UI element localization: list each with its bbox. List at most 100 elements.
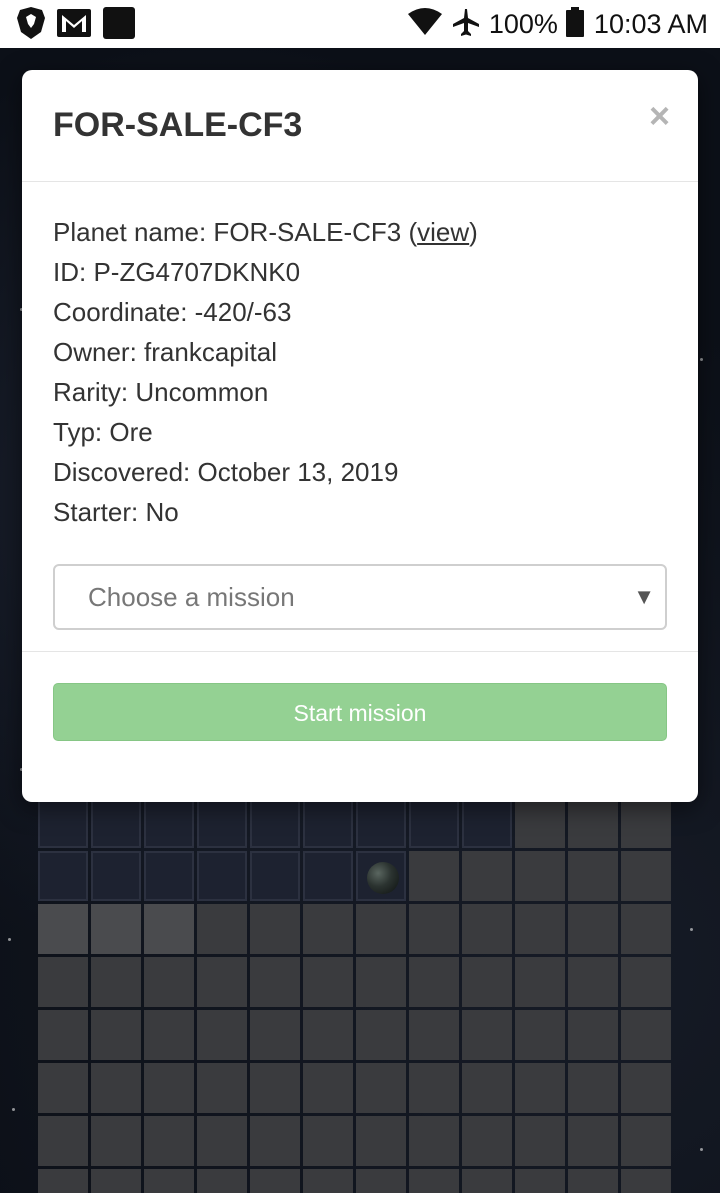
grid-cell[interactable]: [250, 851, 300, 901]
grid-cell[interactable]: [515, 904, 565, 954]
grid-cell[interactable]: [38, 798, 88, 848]
grid-cell[interactable]: [515, 1116, 565, 1166]
grid-cell[interactable]: [303, 957, 353, 1007]
grid-cell[interactable]: [515, 1169, 565, 1193]
grid-cell[interactable]: [515, 851, 565, 901]
grid-cell[interactable]: [621, 1063, 671, 1113]
grid-cell[interactable]: [91, 851, 141, 901]
grid-cell[interactable]: [303, 1063, 353, 1113]
grid-cell[interactable]: [38, 904, 88, 954]
grid-cell[interactable]: [356, 957, 406, 1007]
planet-cell[interactable]: [356, 851, 406, 901]
grid-cell[interactable]: [356, 1010, 406, 1060]
grid-cell[interactable]: [144, 1116, 194, 1166]
grid-cell[interactable]: [250, 798, 300, 848]
grid-cell[interactable]: [462, 798, 512, 848]
grid-cell[interactable]: [250, 1063, 300, 1113]
grid-cell[interactable]: [568, 851, 618, 901]
grid-cell[interactable]: [568, 957, 618, 1007]
grid-cell[interactable]: [91, 957, 141, 1007]
close-button[interactable]: ×: [649, 96, 670, 136]
grid-cell[interactable]: [515, 798, 565, 848]
start-mission-button[interactable]: Start mission: [53, 683, 667, 741]
grid-cell[interactable]: [568, 1063, 618, 1113]
grid-cell[interactable]: [621, 1010, 671, 1060]
grid-cell[interactable]: [409, 1063, 459, 1113]
grid-cell[interactable]: [462, 904, 512, 954]
grid-cell[interactable]: [197, 1169, 247, 1193]
grid-cell[interactable]: [303, 1116, 353, 1166]
grid-cell[interactable]: [38, 957, 88, 1007]
grid-cell[interactable]: [197, 904, 247, 954]
grid-cell[interactable]: [409, 1010, 459, 1060]
grid-cell[interactable]: [462, 851, 512, 901]
grid-cell[interactable]: [197, 798, 247, 848]
grid-cell[interactable]: [356, 1116, 406, 1166]
grid-cell[interactable]: [356, 1063, 406, 1113]
grid-cell[interactable]: [144, 957, 194, 1007]
grid-cell[interactable]: [144, 798, 194, 848]
grid-cell[interactable]: [303, 798, 353, 848]
grid-cell[interactable]: [568, 798, 618, 848]
grid-cell[interactable]: [144, 851, 194, 901]
grid-cell[interactable]: [144, 1063, 194, 1113]
grid-cell[interactable]: [515, 1063, 565, 1113]
grid-cell[interactable]: [250, 1169, 300, 1193]
grid-cell[interactable]: [91, 798, 141, 848]
grid-cell[interactable]: [356, 1169, 406, 1193]
mission-select[interactable]: Choose a mission ▼: [53, 564, 667, 630]
grid-cell[interactable]: [91, 1169, 141, 1193]
view-planet-link[interactable]: view: [417, 217, 469, 247]
grid-cell[interactable]: [621, 904, 671, 954]
grid-cell[interactable]: [568, 1116, 618, 1166]
grid-cell[interactable]: [568, 1010, 618, 1060]
grid-cell[interactable]: [568, 904, 618, 954]
grid-cell[interactable]: [356, 798, 406, 848]
grid-cell[interactable]: [250, 1010, 300, 1060]
grid-cell[interactable]: [621, 851, 671, 901]
grid-cell[interactable]: [621, 798, 671, 848]
grid-cell[interactable]: [356, 904, 406, 954]
grid-cell[interactable]: [250, 957, 300, 1007]
grid-cell[interactable]: [303, 1010, 353, 1060]
grid-cell[interactable]: [38, 1010, 88, 1060]
grid-cell[interactable]: [409, 957, 459, 1007]
grid-cell[interactable]: [462, 957, 512, 1007]
grid-cell[interactable]: [462, 1169, 512, 1193]
grid-cell[interactable]: [38, 1116, 88, 1166]
grid-cell[interactable]: [197, 1063, 247, 1113]
grid-cell[interactable]: [462, 1010, 512, 1060]
grid-cell[interactable]: [197, 1116, 247, 1166]
grid-cell[interactable]: [91, 1010, 141, 1060]
grid-cell[interactable]: [250, 1116, 300, 1166]
grid-cell[interactable]: [38, 1063, 88, 1113]
grid-cell[interactable]: [515, 957, 565, 1007]
grid-cell[interactable]: [197, 1010, 247, 1060]
grid-cell[interactable]: [621, 1116, 671, 1166]
grid-cell[interactable]: [621, 957, 671, 1007]
grid-cell[interactable]: [568, 1169, 618, 1193]
grid-cell[interactable]: [144, 1169, 194, 1193]
grid-cell[interactable]: [303, 851, 353, 901]
grid-cell[interactable]: [303, 1169, 353, 1193]
grid-cell[interactable]: [515, 1010, 565, 1060]
grid-cell[interactable]: [409, 1116, 459, 1166]
grid-cell[interactable]: [197, 957, 247, 1007]
grid-cell[interactable]: [144, 904, 194, 954]
grid-cell[interactable]: [621, 1169, 671, 1193]
grid-cell[interactable]: [91, 1116, 141, 1166]
grid-cell[interactable]: [409, 1169, 459, 1193]
grid-cell[interactable]: [91, 904, 141, 954]
grid-cell[interactable]: [462, 1063, 512, 1113]
grid-cell[interactable]: [409, 798, 459, 848]
grid-cell[interactable]: [409, 851, 459, 901]
grid-cell[interactable]: [409, 904, 459, 954]
grid-cell[interactable]: [38, 851, 88, 901]
grid-cell[interactable]: [197, 851, 247, 901]
grid-cell[interactable]: [38, 1169, 88, 1193]
grid-cell[interactable]: [91, 1063, 141, 1113]
grid-cell[interactable]: [462, 1116, 512, 1166]
grid-cell[interactable]: [250, 904, 300, 954]
grid-cell[interactable]: [303, 904, 353, 954]
grid-cell[interactable]: [144, 1010, 194, 1060]
